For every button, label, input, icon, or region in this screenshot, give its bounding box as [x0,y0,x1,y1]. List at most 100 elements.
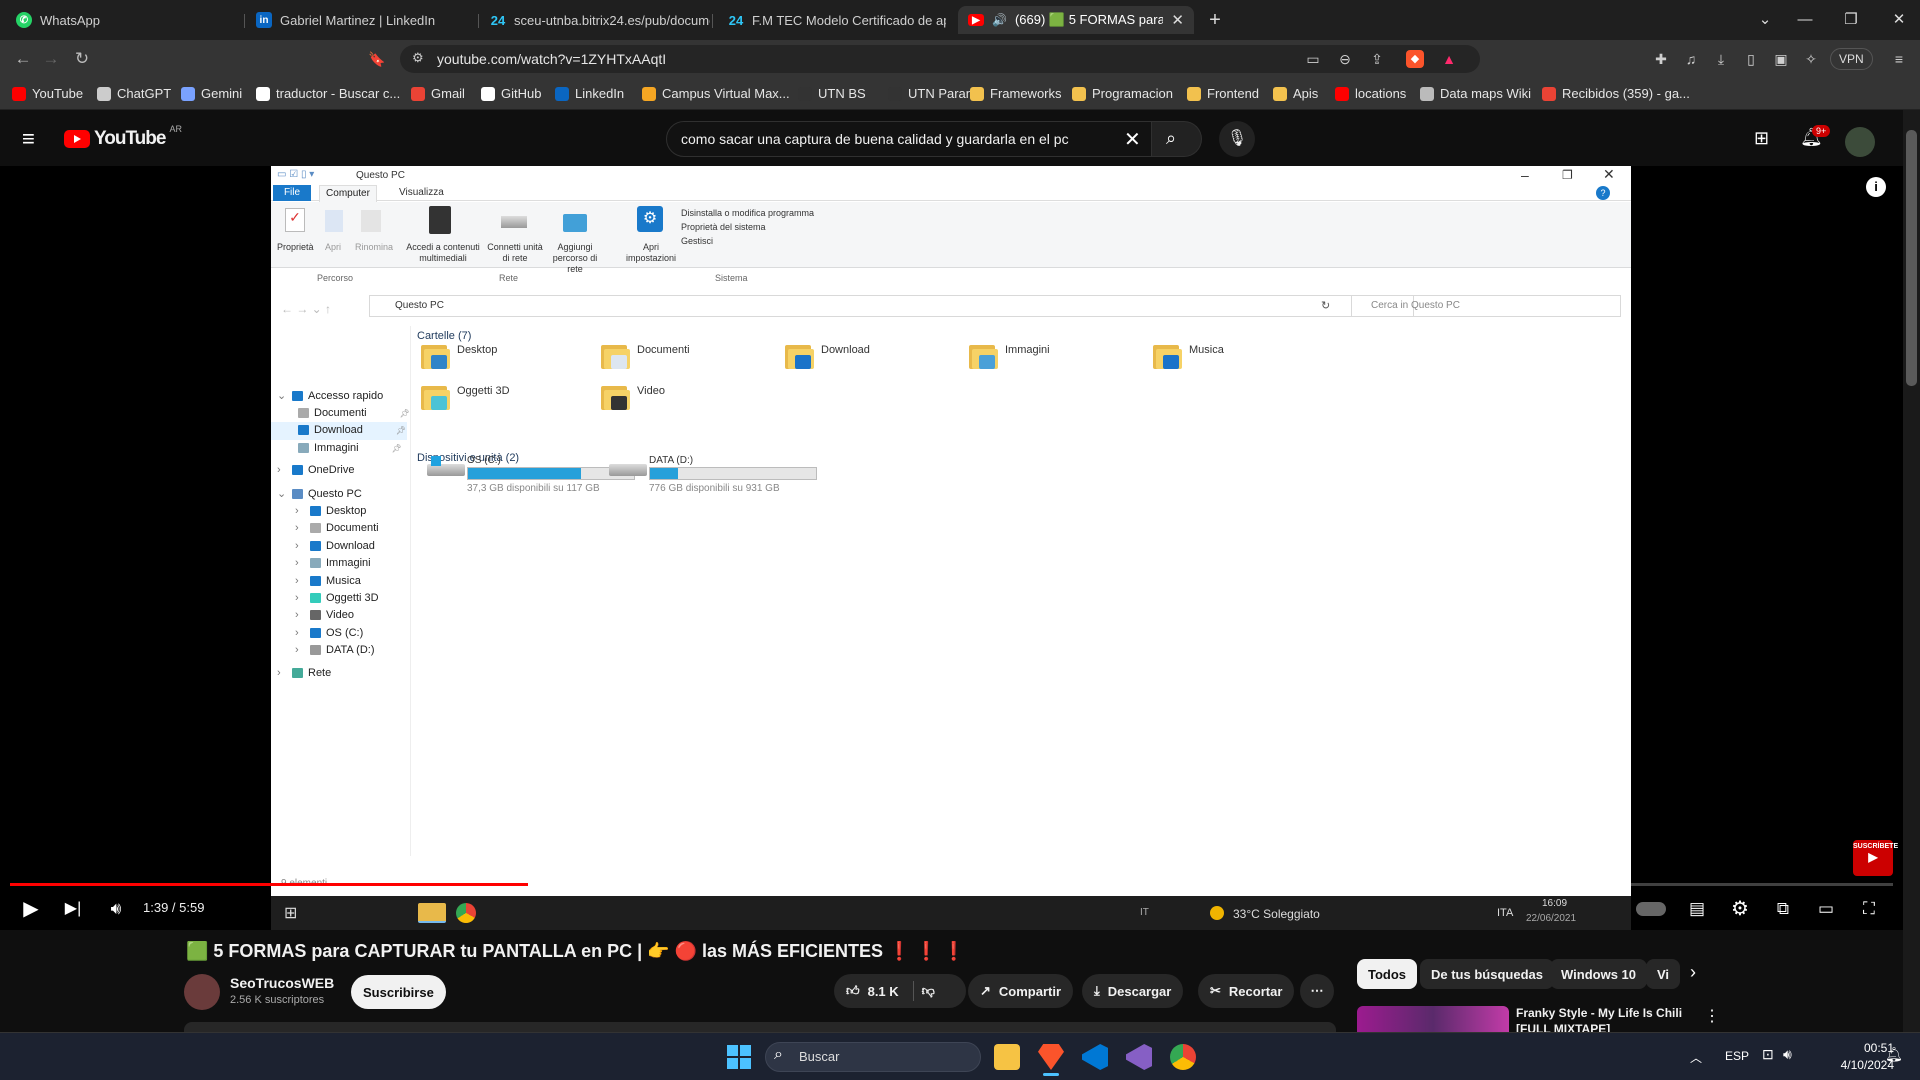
autoplay-toggle[interactable] [1636,902,1666,916]
subscribe-watermark[interactable]: SUSCRÍBETE ▶ [1853,840,1898,876]
back-arrow-icon[interactable]: ← [12,49,34,69]
zoom-icon[interactable]: ⊖ [1336,50,1354,68]
subtitles-icon[interactable]: ▤ [1683,895,1711,923]
channel-avatar[interactable] [184,974,220,1010]
tree-item-icon [292,390,303,401]
media-icon[interactable]: ♫ [1682,50,1700,68]
download-button[interactable]: ⤓ Descargar [1082,974,1184,1008]
tab-linkedin[interactable]: in Gabriel Martinez | LinkedIn [246,6,476,34]
extensions-icon[interactable]: ✚ [1652,50,1670,68]
tree-chevron-icon: › [295,592,299,604]
sidebar-icon[interactable]: ▯ [1742,50,1760,68]
bookmark-8[interactable]: UTN BS [798,86,866,101]
settings-gear-icon[interactable]: ⚙ [1726,895,1754,923]
tray-chevron-up-icon[interactable]: ︿ [1690,1049,1702,1066]
notification-center-icon[interactable]: 🔔︎ [1885,1046,1903,1063]
bookmark-icon[interactable]: 🔖 [366,49,388,69]
new-tab-button[interactable]: + [1200,8,1230,32]
bookmark-favicon-icon [798,86,812,101]
hamburger-menu-icon[interactable]: ≡ [22,126,35,152]
create-video-icon[interactable]: ⊞ [1754,128,1769,149]
play-icon[interactable]: ▶ [17,895,45,923]
more-actions-icon[interactable]: ⋯ [1300,974,1334,1008]
volume-tray-icon[interactable]: 🔊︎ [1783,1046,1792,1063]
brave-rewards-icon[interactable]: ▲ [1440,50,1458,68]
brave-shields-icon[interactable]: ◆ [1406,50,1424,68]
tab-search-chevron-icon[interactable]: ⌄ [1750,8,1780,32]
downloads-icon[interactable]: ⤓ [1712,50,1730,68]
bookmark-10[interactable]: Frameworks [970,86,1062,101]
wallet-icon[interactable]: ▣ [1772,50,1790,68]
menu-icon[interactable]: ≡ [1890,50,1908,68]
chevron-right-icon[interactable]: › [1690,962,1696,983]
tab-whatsapp[interactable]: ✆ WhatsApp [6,6,242,34]
bookmark-9[interactable]: UTN Parana [888,86,980,101]
tab-bitrix-2[interactable]: 24 F.M TEC Modelo Certificado de apr [718,6,946,34]
bookmark-6[interactable]: LinkedIn [555,86,624,101]
bookmark-16[interactable]: Recibidos (359) - ga... [1542,86,1690,101]
bookmark-13[interactable]: Apis [1273,86,1318,101]
clock-date[interactable]: 4/10/2024 [1820,1058,1894,1072]
chip-windows10[interactable]: Windows 10 [1550,959,1648,989]
recommendation-title[interactable]: Franky Style - My Life Is Chili [1516,1006,1682,1020]
network-icon[interactable]: ⊡ [1762,1046,1774,1063]
fullscreen-icon[interactable]: ⛶ [1855,895,1883,923]
restore-button[interactable]: ❐ [1836,8,1866,32]
file-explorer-icon[interactable] [994,1044,1020,1070]
bookmark-14[interactable]: locations [1335,86,1406,101]
theater-mode-icon[interactable]: ▭ [1812,895,1840,923]
share-icon[interactable]: ⇪ [1368,50,1386,68]
description-box[interactable] [184,1022,1336,1032]
bookmark-7[interactable]: Campus Virtual Max... [642,86,790,101]
chip-from-searches[interactable]: De tus búsquedas [1420,959,1554,989]
tree-chevron-icon: › [295,522,299,535]
bookmark-1[interactable]: ChatGPT [97,86,171,101]
tab-bitrix-1[interactable]: 24 sceu-utnba.bitrix24.es/pub/docume [480,6,710,34]
bookmark-3[interactable]: traductor - Buscar c... [256,86,400,101]
subscribe-button[interactable]: Suscribirse [351,975,446,1009]
minimize-button[interactable]: — [1790,8,1820,32]
youtube-logo[interactable]: YouTube AR [64,124,182,150]
cast-icon[interactable]: ▭ [1304,50,1322,68]
more-vert-icon[interactable]: ⋮ [1704,1006,1720,1026]
close-tab-icon[interactable]: ✕ [1171,11,1184,29]
leo-ai-icon[interactable]: ✧ [1802,50,1820,68]
bookmark-11[interactable]: Programacion [1072,86,1173,101]
info-icon[interactable]: i [1866,177,1886,197]
clear-search-icon[interactable]: ✕ [1124,127,1141,152]
clip-button[interactable]: ✂ Recortar [1198,974,1295,1008]
chip-partial[interactable]: Vi [1646,959,1680,989]
start-windows-icon[interactable] [727,1045,751,1069]
forward-arrow-icon[interactable]: → [40,49,62,69]
folder-icon [785,341,817,371]
nav-tree-item: › Musica [295,574,361,587]
chrome-icon[interactable] [1170,1044,1196,1070]
recommendation-thumbnail[interactable] [1357,1006,1509,1032]
uninstall-program-link: Disinstalla o modifica programma [681,208,815,218]
bookmark-15[interactable]: Data maps Wiki [1420,86,1531,101]
input-language[interactable]: ESP [1725,1049,1749,1063]
vpn-button[interactable]: VPN [1830,48,1873,70]
channel-name[interactable]: SeoTrucosWEB [230,975,334,991]
bookmark-favicon-icon [888,86,902,101]
close-window-button[interactable]: ✕ [1884,8,1914,32]
microphone-icon[interactable]: 🎙 [1219,121,1255,157]
tab-youtube-active[interactable]: ▶ 🔊 (669) 🟩 5 FORMAS para CA ✕ [958,6,1194,34]
bookmark-4[interactable]: Gmail [411,86,465,101]
bookmark-5[interactable]: GitHub [481,86,541,101]
volume-icon[interactable]: 🔊︎ [102,895,130,923]
taskbar-search[interactable] [765,1042,981,1072]
next-video-icon[interactable]: ▶| [59,895,87,923]
bookmark-2[interactable]: Gemini [181,86,242,101]
reload-icon[interactable]: ↻ [71,49,93,69]
scrollbar-thumb[interactable] [1906,130,1917,386]
like-button[interactable]: 👍︎ 8.1 K 👎︎ [834,974,966,1008]
bookmark-0[interactable]: YouTube [12,86,83,101]
search-button[interactable]: ⌕ [1152,121,1202,157]
avatar[interactable] [1845,127,1875,157]
site-settings-icon[interactable]: ⚙ [412,50,424,66]
bookmark-12[interactable]: Frontend [1187,86,1259,101]
chip-all[interactable]: Todos [1357,959,1418,989]
share-button[interactable]: ↗ Compartir [968,974,1074,1008]
miniplayer-icon[interactable]: ⧉ [1769,895,1797,923]
